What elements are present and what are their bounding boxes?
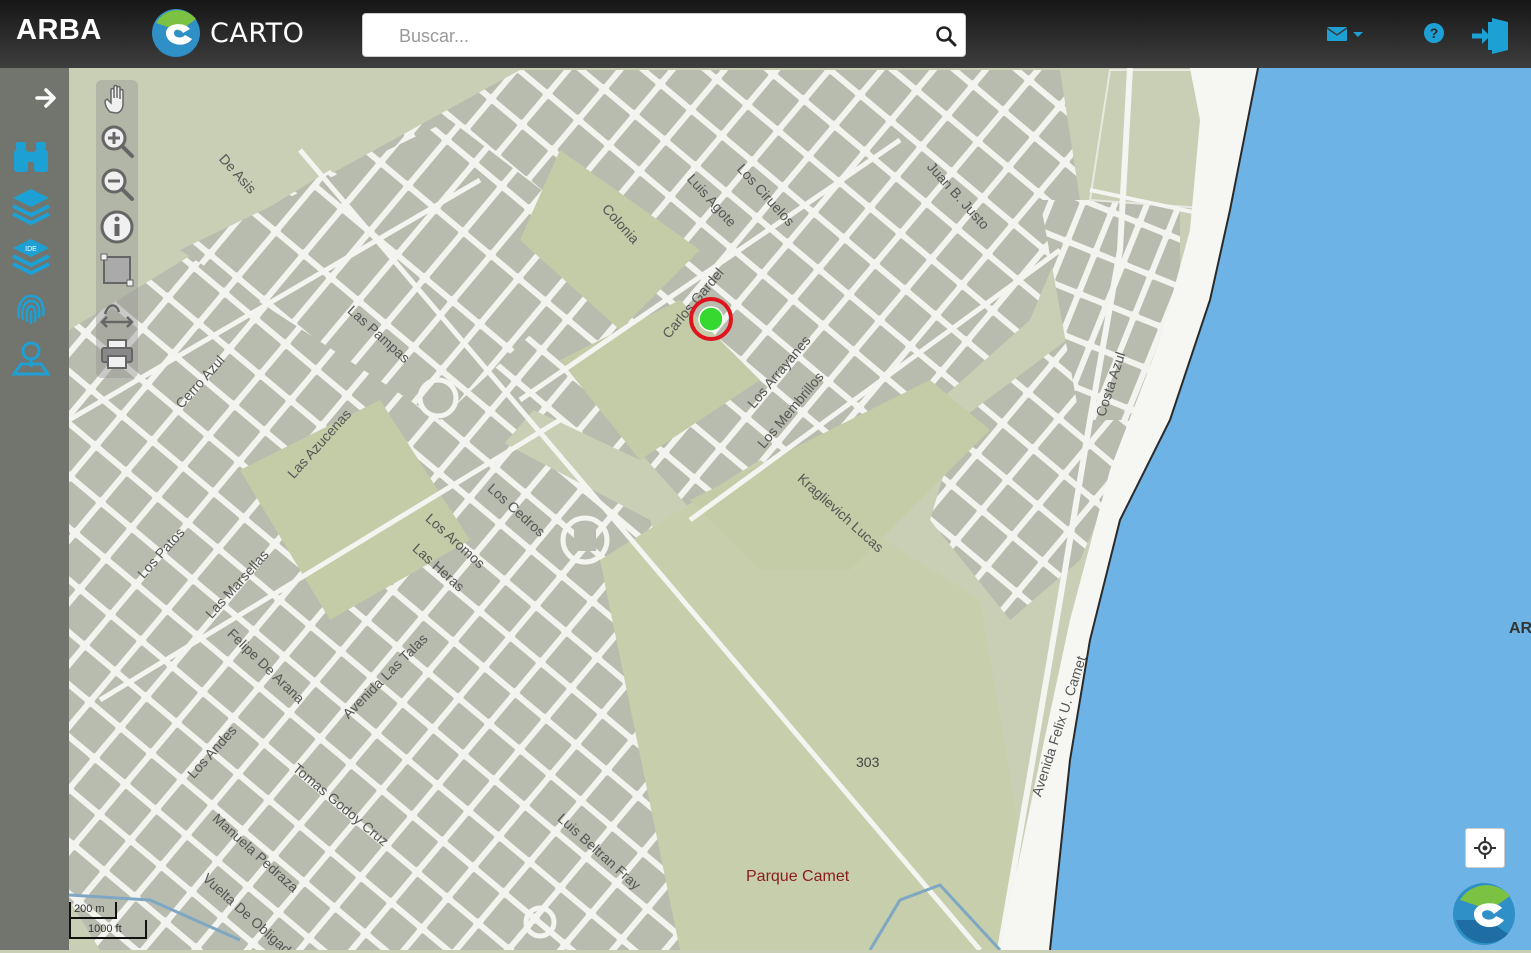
arrow-right-icon <box>35 88 56 108</box>
search-tool-button[interactable] <box>8 134 54 178</box>
scale-bar: 200 m 1000 ft <box>68 900 154 940</box>
layers-icon <box>12 189 50 226</box>
map-number-label: 303 <box>856 754 880 770</box>
pan-tool[interactable] <box>99 82 135 118</box>
map-edge-label: AR <box>1509 620 1531 637</box>
search-bar <box>362 13 966 57</box>
zoom-out-icon <box>101 168 134 201</box>
caret-down-icon <box>1353 32 1363 37</box>
help-icon: ? <box>1424 23 1444 43</box>
svg-text:?: ? <box>1430 25 1439 41</box>
sign-out-icon <box>1472 18 1508 54</box>
expand-sidebar-button[interactable] <box>30 80 64 116</box>
layers-button[interactable] <box>8 184 54 228</box>
zoom-out-tool[interactable] <box>99 166 135 202</box>
measure-tool[interactable] <box>99 294 135 330</box>
top-bar: ARBA CARTO ? <box>0 0 1531 68</box>
info-icon <box>100 210 134 244</box>
locate-button[interactable] <box>1465 828 1505 868</box>
messages-dropdown-button[interactable] <box>1325 22 1367 46</box>
print-tool[interactable] <box>99 336 135 372</box>
app-name: CARTO <box>210 18 305 49</box>
binoculars-icon <box>14 142 48 172</box>
brand-arba[interactable]: ARBA <box>16 14 102 47</box>
left-sidebar: IDE <box>0 68 69 950</box>
logout-button[interactable] <box>1470 14 1512 56</box>
measure-icon <box>100 304 134 328</box>
info-tool[interactable] <box>99 209 135 245</box>
envelope-icon <box>1326 27 1363 41</box>
zoom-in-icon <box>101 125 134 158</box>
pan-hand-icon <box>104 84 124 114</box>
svg-text:IDE: IDE <box>25 246 37 253</box>
fingerprint-icon <box>17 294 45 324</box>
map-location-icon <box>11 341 51 376</box>
search-icon[interactable] <box>935 25 957 47</box>
marker-icon <box>689 297 733 341</box>
location-marker[interactable] <box>688 296 734 342</box>
zoom-in-tool[interactable] <box>99 123 135 159</box>
map-canvas[interactable]: Avenida Felix U. Camet Kraglievich Lucas… <box>0 68 1531 950</box>
carto-logo <box>150 7 202 59</box>
search-input[interactable] <box>397 20 921 52</box>
select-area-tool[interactable] <box>99 252 135 288</box>
map-toolbar <box>96 80 138 378</box>
select-area-icon <box>100 253 134 287</box>
scale-metric: 200 m <box>74 903 105 915</box>
crosshair-icon <box>1474 837 1496 859</box>
help-button[interactable]: ? <box>1423 22 1445 44</box>
ide-layers-button[interactable]: IDE <box>8 234 54 278</box>
locate-place-button[interactable] <box>8 336 54 380</box>
ide-layers-icon: IDE <box>12 239 50 276</box>
scale-imperial: 1000 ft <box>88 923 122 935</box>
identify-button[interactable] <box>8 286 54 330</box>
carto-globe-logo <box>1450 880 1520 948</box>
print-icon <box>101 339 133 369</box>
poi-label: Parque Camet <box>746 868 850 885</box>
